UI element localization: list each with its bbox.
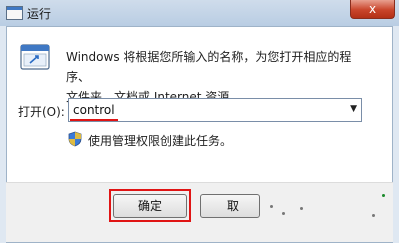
run-program-icon [20,44,50,70]
close-icon: x [368,2,377,16]
uac-shield-icon [68,131,82,147]
open-field-label: 打开(O): [18,105,65,119]
cancel-button[interactable]: 取 [200,194,260,218]
decorative-dot [372,214,375,217]
decorative-dot [270,205,273,208]
close-button[interactable]: x [350,0,395,19]
admin-task-note: 使用管理权限创建此任务。 [88,134,233,148]
ok-button-highlight [109,189,191,222]
description-line-1: Windows 将根据您所输入的名称，为您打开相应的程序、 [66,50,352,84]
decorative-dot [282,212,285,215]
decorative-dot [300,207,303,210]
decorative-dot [382,194,385,197]
dropdown-arrow-icon[interactable]: ▼ [350,104,357,114]
open-input[interactable]: control [73,103,115,117]
title-bar[interactable]: 运行 x [0,0,399,26]
window-title: 运行 [27,7,52,21]
run-app-icon [6,6,23,20]
value-underline-highlight [70,119,118,121]
